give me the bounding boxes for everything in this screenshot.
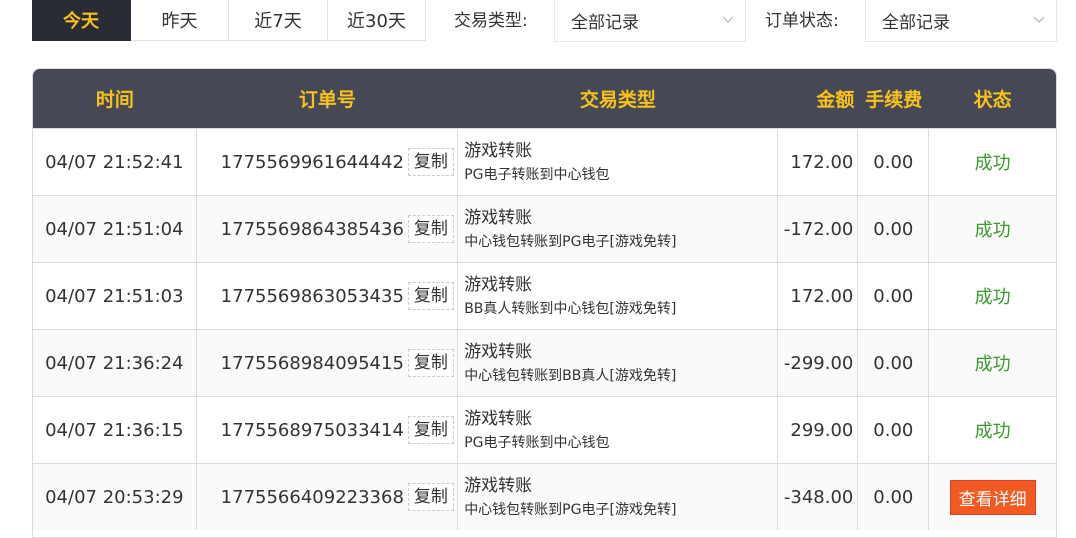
table-row: 04/07 21:52:41 1775569961644442 复制 游戏转账 … — [33, 128, 1056, 195]
cell-amount: -348.00 — [778, 464, 859, 530]
type-detail: 中心钱包转账到PG电子[游戏免转] — [464, 233, 677, 250]
copy-button[interactable]: 复制 — [407, 215, 454, 243]
status-badge: 成功 — [974, 220, 1011, 241]
copy-button[interactable]: 复制 — [407, 282, 454, 310]
tab-today[interactable]: 今天 — [32, 0, 131, 41]
table-row: 04/07 20:53:29 1775566409223368 复制 游戏转账 … — [33, 463, 1056, 530]
type-main: 游戏转账 — [464, 341, 533, 362]
type-detail: BB真人转账到中心钱包[游戏免转] — [464, 300, 677, 317]
header-fee: 手续费 — [865, 89, 923, 111]
type-detail: PG电子转账到中心钱包 — [464, 166, 610, 183]
copy-button[interactable]: 复制 — [407, 483, 454, 511]
copy-button[interactable]: 复制 — [407, 148, 454, 176]
cell-fee: 0.00 — [858, 464, 930, 530]
chevron-down-icon — [1033, 16, 1045, 24]
transactions-table: 时间 订单号 交易类型 金额 手续费 状态 04/07 21:52:41 177… — [32, 68, 1057, 538]
cell-amount: 299.00 — [778, 397, 859, 463]
cell-time: 04/07 21:51:04 — [33, 196, 197, 262]
table-row: 04/07 21:36:24 1775568984095415 复制 游戏转账 … — [33, 329, 1056, 396]
order-number: 1775569961644442 — [220, 151, 404, 173]
cell-type: 游戏转账 PG电子转账到中心钱包 — [458, 397, 778, 463]
tab-last-30-days[interactable]: 近30天 — [328, 0, 426, 41]
type-detail: 中心钱包转账到PG电子[游戏免转] — [464, 501, 677, 518]
status-badge: 成功 — [974, 153, 1011, 174]
tab-last-7-days[interactable]: 近7天 — [229, 0, 328, 41]
type-detail: 中心钱包转账到BB真人[游戏免转] — [464, 367, 677, 384]
cell-amount: -172.00 — [778, 196, 859, 262]
transaction-type-select[interactable]: 全部记录 — [554, 0, 746, 42]
cell-time: 04/07 21:52:41 — [33, 129, 197, 195]
header-status: 状态 — [973, 89, 1012, 111]
cell-status: 成功 — [929, 129, 1056, 195]
cell-fee: 0.00 — [858, 129, 930, 195]
cell-status: 成功 — [929, 397, 1056, 463]
cell-status: 成功 — [929, 196, 1056, 262]
transaction-type-label: 交易类型: — [454, 11, 528, 31]
tab-yesterday[interactable]: 昨天 — [131, 0, 229, 41]
type-main: 游戏转账 — [464, 408, 533, 429]
status-badge: 成功 — [974, 421, 1011, 442]
cell-status: 查看详细 — [929, 464, 1056, 530]
cell-status: 成功 — [929, 330, 1056, 396]
cell-fee: 0.00 — [858, 196, 930, 262]
order-number: 1775568975033414 — [220, 419, 404, 441]
status-badge: 成功 — [974, 354, 1011, 375]
table-row: 04/07 21:36:15 1775568975033414 复制 游戏转账 … — [33, 396, 1056, 463]
order-number: 1775569864385436 — [220, 218, 404, 240]
header-amount: 金额 — [816, 89, 855, 111]
order-number: 1775568984095415 — [220, 352, 404, 374]
type-main: 游戏转账 — [464, 207, 533, 228]
transaction-type-value: 全部记录 — [571, 13, 639, 33]
cell-type: 游戏转账 中心钱包转账到PG电子[游戏免转] — [458, 464, 778, 530]
header-time: 时间 — [95, 89, 134, 111]
cell-time: 04/07 21:36:15 — [33, 397, 197, 463]
view-details-button[interactable]: 查看详细 — [949, 479, 1036, 515]
cell-time: 04/07 21:36:24 — [33, 330, 197, 396]
table-row: 04/07 21:51:03 1775569863053435 复制 游戏转账 … — [33, 262, 1056, 329]
cell-order: 1775569863053435 复制 — [197, 263, 459, 329]
cell-fee: 0.00 — [858, 397, 930, 463]
chevron-down-icon — [722, 16, 734, 24]
cell-order: 1775568984095415 复制 — [197, 330, 459, 396]
cell-type: 游戏转账 BB真人转账到中心钱包[游戏免转] — [458, 263, 778, 329]
table-header: 时间 订单号 交易类型 金额 手续费 状态 — [33, 69, 1056, 128]
type-detail: PG电子转账到中心钱包 — [464, 434, 610, 451]
order-status-label: 订单状态: — [765, 11, 839, 31]
table-row: 04/07 21:51:04 1775569864385436 复制 游戏转账 … — [33, 195, 1056, 262]
cell-fee: 0.00 — [858, 263, 930, 329]
cell-amount: 172.00 — [778, 263, 859, 329]
cell-status: 成功 — [929, 263, 1056, 329]
order-number: 1775569863053435 — [220, 285, 404, 307]
cell-time: 04/07 21:51:03 — [33, 263, 197, 329]
filter-bar: 今天 昨天 近7天 近30天 交易类型: 全部记录 订单状态: 全部记录 — [32, 0, 1057, 42]
order-number: 1775566409223368 — [220, 486, 404, 508]
order-status-value: 全部记录 — [882, 13, 950, 33]
cell-fee: 0.00 — [858, 330, 930, 396]
cell-order: 1775568975033414 复制 — [197, 397, 459, 463]
type-main: 游戏转账 — [464, 274, 533, 295]
copy-button[interactable]: 复制 — [407, 416, 454, 444]
cell-type: 游戏转账 PG电子转账到中心钱包 — [458, 129, 778, 195]
cell-order: 1775569961644442 复制 — [197, 129, 459, 195]
cell-order: 1775566409223368 复制 — [197, 464, 459, 530]
cell-type: 游戏转账 中心钱包转账到BB真人[游戏免转] — [458, 330, 778, 396]
header-order: 订单号 — [298, 89, 356, 111]
cell-type: 游戏转账 中心钱包转账到PG电子[游戏免转] — [458, 196, 778, 262]
cell-time: 04/07 20:53:29 — [33, 464, 197, 530]
cell-amount: 172.00 — [778, 129, 859, 195]
date-tabs: 今天 昨天 近7天 近30天 — [32, 0, 426, 42]
type-main: 游戏转账 — [464, 475, 533, 496]
cell-amount: -299.00 — [778, 330, 859, 396]
cell-order: 1775569864385436 复制 — [197, 196, 459, 262]
header-type: 交易类型 — [579, 89, 656, 111]
type-main: 游戏转账 — [464, 140, 533, 161]
copy-button[interactable]: 复制 — [407, 349, 454, 377]
status-badge: 成功 — [974, 287, 1011, 308]
order-status-select[interactable]: 全部记录 — [865, 0, 1057, 42]
